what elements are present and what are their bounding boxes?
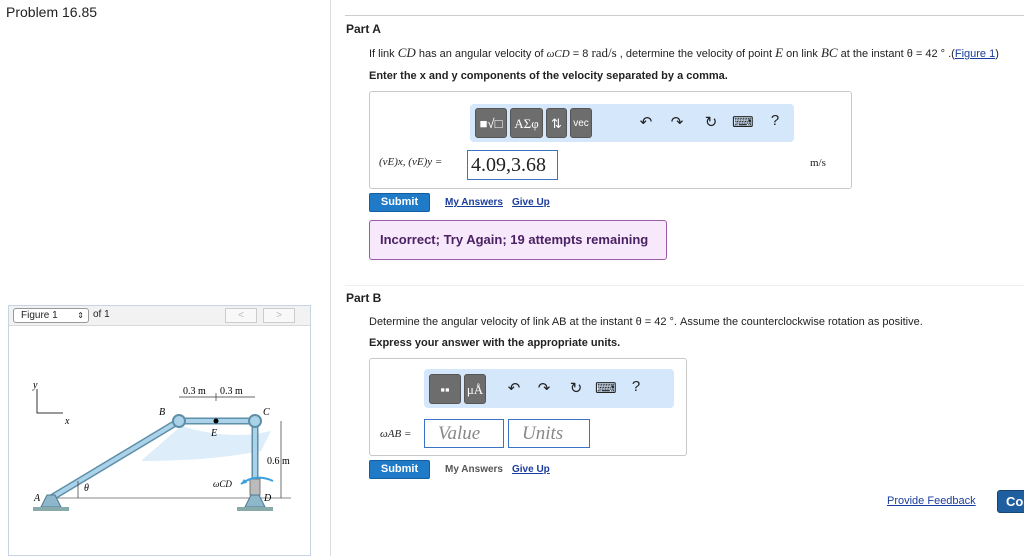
figure-prev-button[interactable]: <: [225, 308, 257, 323]
linkage-figure: y x A B C D E θ ωCD 0.3 m 0.3 m 0.6 m: [32, 380, 291, 511]
figure-select-value: Figure 1: [21, 310, 58, 321]
undo-icon[interactable]: ↶: [636, 113, 656, 131]
redo-icon[interactable]: ↷: [534, 379, 554, 397]
svg-text:B: B: [159, 407, 165, 418]
part-b-instruction: Express your answer with the appropriate…: [369, 337, 621, 349]
part-b-label: Part B: [346, 291, 382, 305]
support-d: [244, 494, 266, 508]
arrows-button[interactable]: ⇅: [546, 108, 567, 138]
help-icon[interactable]: ?: [626, 378, 646, 395]
undo-icon[interactable]: ↶: [504, 379, 524, 397]
part-b-answer-label: ωAB =: [380, 428, 412, 440]
part-a-label: Part A: [346, 22, 381, 36]
svg-text:ωCD: ωCD: [213, 479, 232, 489]
part-b-divider: [345, 285, 1024, 286]
figure-select[interactable]: Figure 1 ⇕: [13, 308, 89, 323]
keyboard-icon[interactable]: ⌨: [595, 379, 617, 397]
part-a-unit: m/s: [810, 157, 826, 169]
problem-title: Problem 16.85: [6, 4, 98, 20]
select-arrows-icon: ⇕: [77, 311, 84, 320]
svg-text:θ: θ: [84, 483, 89, 494]
part-a-answer-box: ■√□ ΑΣφ ⇅ vec ↶ ↷ ↻ ⌨ ? (vE)x, (vE)y = 4…: [369, 91, 852, 189]
templates-button[interactable]: ▪▪: [429, 374, 461, 404]
part-a-answer-label: (vE)x, (vE)y =: [379, 156, 443, 168]
part-b-toolbar: ▪▪ μÅ ↶ ↷ ↻ ⌨ ?: [424, 369, 674, 408]
greek-button[interactable]: ΑΣφ: [510, 108, 543, 138]
continue-button[interactable]: Co: [997, 490, 1024, 513]
figure-1-link[interactable]: Figure 1: [955, 48, 995, 60]
units-button[interactable]: μÅ: [464, 374, 486, 404]
redo-icon[interactable]: ↷: [667, 113, 687, 131]
svg-text:0.6 m: 0.6 m: [267, 456, 290, 467]
incorrect-feedback: Incorrect; Try Again; 19 attempts remain…: [369, 220, 667, 260]
help-icon[interactable]: ?: [765, 112, 785, 129]
part-b-my-answers: My Answers: [445, 464, 503, 475]
value-input[interactable]: Value: [424, 419, 504, 448]
figure-panel: Figure 1 ⇕ of 1 < > y x A B C D E θ ωCD …: [8, 305, 311, 556]
axis-icon: [36, 389, 63, 414]
part-a-instruction: Enter the x and y components of the velo…: [369, 70, 728, 82]
templates-button[interactable]: ■√□: [475, 108, 507, 138]
svg-text:0.3 m: 0.3 m: [183, 386, 206, 397]
svg-text:D: D: [263, 493, 272, 504]
part-a-give-up-link[interactable]: Give Up: [512, 197, 550, 208]
panel-divider: [330, 0, 331, 556]
part-a-toolbar: ■√□ ΑΣφ ⇅ vec ↶ ↷ ↻ ⌨ ?: [470, 104, 794, 142]
part-b-give-up-link[interactable]: Give Up: [512, 464, 550, 475]
part-a-question: If link CD has an angular velocity of ωC…: [369, 45, 999, 60]
part-a-divider: [345, 15, 1024, 16]
part-b-answer-box: ▪▪ μÅ ↶ ↷ ↻ ⌨ ? ωAB = Value Units: [369, 358, 687, 456]
part-b-submit-button[interactable]: Submit: [369, 460, 430, 479]
part-a-my-answers-link[interactable]: My Answers: [445, 197, 503, 208]
reset-icon[interactable]: ↻: [701, 113, 721, 131]
label-x: x: [64, 416, 70, 427]
figure-next-button[interactable]: >: [263, 308, 295, 323]
part-a-submit-button[interactable]: Submit: [369, 193, 430, 212]
provide-feedback-link[interactable]: Provide Feedback: [887, 495, 976, 507]
units-input[interactable]: Units: [508, 419, 590, 448]
svg-text:E: E: [210, 428, 217, 439]
label-y: y: [32, 380, 38, 391]
part-a-answer-input[interactable]: 4.09,3.68: [467, 150, 558, 180]
figure-header: Figure 1 ⇕ of 1 < >: [9, 306, 310, 326]
figure-of-label: of 1: [93, 309, 110, 320]
vec-button[interactable]: vec: [570, 108, 592, 138]
svg-text:A: A: [33, 493, 41, 504]
reset-icon[interactable]: ↻: [566, 379, 586, 397]
keyboard-icon[interactable]: ⌨: [732, 113, 754, 131]
part-b-question: Determine the angular velocity of link A…: [369, 316, 923, 328]
svg-text:C: C: [263, 407, 270, 418]
svg-text:0.3 m: 0.3 m: [220, 386, 243, 397]
